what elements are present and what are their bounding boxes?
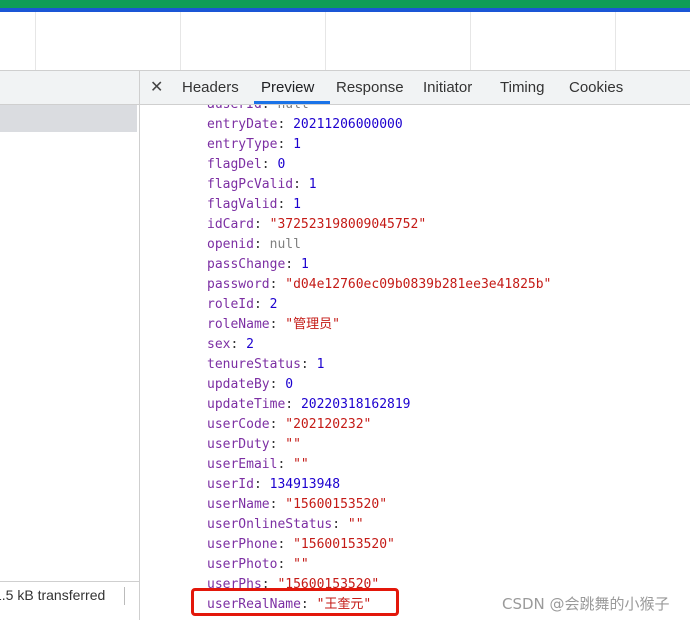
json-key: userPhoto bbox=[207, 557, 278, 572]
json-line-sex: sex: 2 bbox=[207, 337, 254, 352]
json-key: updateBy bbox=[207, 377, 270, 392]
json-line-flagDel: flagDel: 0 bbox=[207, 157, 286, 172]
json-line-entryType: entryType: 1 bbox=[207, 137, 301, 152]
json-key: userPhone bbox=[207, 537, 278, 552]
json-key: openid bbox=[207, 237, 254, 252]
json-key: userDuty bbox=[207, 437, 270, 452]
network-timeline[interactable] bbox=[0, 12, 690, 71]
json-line-userPhoto: userPhoto: "" bbox=[207, 557, 309, 572]
json-value: "" bbox=[293, 457, 309, 472]
json-line-roleName: roleName: "管理员" bbox=[207, 317, 340, 332]
json-value: "" bbox=[347, 517, 364, 532]
tab-timing[interactable]: Timing bbox=[500, 79, 544, 96]
json-value: 0 bbox=[285, 377, 294, 392]
json-line-userOnlineStatus: userOnlineStatus: "" bbox=[207, 517, 364, 532]
json-value: null bbox=[277, 105, 308, 112]
json-key: roleId bbox=[207, 297, 254, 312]
transferred-text: 1.5 kB transferred bbox=[0, 587, 106, 603]
json-key: userCode bbox=[207, 417, 270, 432]
top-color-bar bbox=[0, 0, 690, 12]
json-value: 134913948 bbox=[269, 477, 341, 492]
json-line-updateTime: updateTime: 20220318162819 bbox=[207, 397, 411, 412]
json-key: flagDel bbox=[207, 157, 262, 172]
watermark: CSDN @会跳舞的小猴子 bbox=[502, 595, 670, 613]
status-divider bbox=[124, 587, 125, 605]
json-value: 1 bbox=[293, 197, 301, 212]
json-line-flagValid: flagValid: 1 bbox=[207, 197, 301, 212]
json-value: 1 bbox=[316, 357, 325, 372]
json-line-tenureStatus: tenureStatus: 1 bbox=[207, 357, 325, 372]
json-key: password bbox=[207, 277, 270, 292]
json-line-openid: openid: null bbox=[207, 237, 301, 252]
tab-preview[interactable]: Preview bbox=[261, 79, 314, 96]
json-line-updateBy: updateBy: 0 bbox=[207, 377, 294, 392]
tab-initiator[interactable]: Initiator bbox=[423, 79, 472, 96]
json-value: 0 bbox=[277, 157, 286, 172]
close-icon[interactable]: ✕ bbox=[150, 77, 163, 97]
json-preview[interactable]: auserId: nullentryDate: 20211206000000en… bbox=[140, 105, 690, 620]
json-value: "372523198009045752" bbox=[269, 217, 427, 232]
selected-request-row[interactable] bbox=[0, 105, 137, 132]
json-line-userName: userName: "15600153520" bbox=[207, 497, 388, 512]
json-line-userCode: userCode: "202120232" bbox=[207, 417, 372, 432]
json-line-auserId: auserId: null bbox=[207, 105, 309, 115]
json-value: "15600153520" bbox=[285, 497, 388, 512]
json-value: "" bbox=[285, 437, 301, 452]
json-line-userDuty: userDuty: "" bbox=[207, 437, 301, 452]
json-key: flagValid bbox=[207, 197, 278, 212]
json-value: "" bbox=[293, 557, 309, 572]
json-line-idCard: idCard: "372523198009045752" bbox=[207, 217, 427, 232]
json-value: "管理员" bbox=[285, 317, 340, 332]
json-line-password: password: "d04e12760ec09b0839b281ee3e418… bbox=[207, 277, 552, 292]
json-value: "15600153520" bbox=[293, 537, 395, 552]
detail-tabs: ✕ Headers Preview Response Initiator Tim… bbox=[140, 71, 690, 105]
tab-response[interactable]: Response bbox=[336, 79, 404, 96]
json-key: userEmail bbox=[207, 457, 278, 472]
json-line-userPhone: userPhone: "15600153520" bbox=[207, 537, 395, 552]
json-key: auserId bbox=[207, 105, 262, 112]
json-value: 20220318162819 bbox=[300, 397, 411, 412]
json-key: roleName bbox=[207, 317, 270, 332]
json-key: userOnlineStatus bbox=[207, 517, 333, 532]
json-key: flagPcValid bbox=[207, 177, 294, 192]
json-key: passChange bbox=[207, 257, 286, 272]
json-key: entryType bbox=[207, 137, 278, 152]
json-value: 2 bbox=[269, 297, 278, 312]
active-tab-indicator bbox=[254, 101, 330, 104]
json-value: 1 bbox=[308, 177, 317, 192]
json-value: 1 bbox=[293, 137, 301, 152]
json-key: sex bbox=[207, 337, 231, 352]
json-key: userId bbox=[207, 477, 254, 492]
highlight-box bbox=[191, 588, 399, 616]
status-bar: 1.5 kB transferred bbox=[0, 581, 139, 610]
json-line-roleId: roleId: 2 bbox=[207, 297, 278, 312]
json-key: entryDate bbox=[207, 117, 278, 132]
json-line-entryDate: entryDate: 20211206000000 bbox=[207, 117, 403, 132]
json-key: userName bbox=[207, 497, 270, 512]
json-value: "d04e12760ec09b0839b281ee3e41825b" bbox=[285, 277, 552, 292]
request-list-header bbox=[0, 71, 139, 105]
tab-headers[interactable]: Headers bbox=[182, 79, 239, 96]
json-value: null bbox=[269, 237, 301, 252]
json-line-userId: userId: 134913948 bbox=[207, 477, 341, 492]
json-value: 2 bbox=[246, 337, 254, 352]
json-line-userEmail: userEmail: "" bbox=[207, 457, 309, 472]
json-line-passChange: passChange: 1 bbox=[207, 257, 309, 272]
json-key: tenureStatus bbox=[207, 357, 301, 372]
request-list-pane: 1.5 kB transferred bbox=[0, 71, 140, 620]
json-key: updateTime bbox=[207, 397, 286, 412]
json-value: "202120232" bbox=[285, 417, 372, 432]
tab-cookies[interactable]: Cookies bbox=[569, 79, 623, 96]
json-value: 1 bbox=[300, 257, 309, 272]
json-line-flagPcValid: flagPcValid: 1 bbox=[207, 177, 317, 192]
json-key: idCard bbox=[207, 217, 254, 232]
json-value: 20211206000000 bbox=[293, 117, 403, 132]
